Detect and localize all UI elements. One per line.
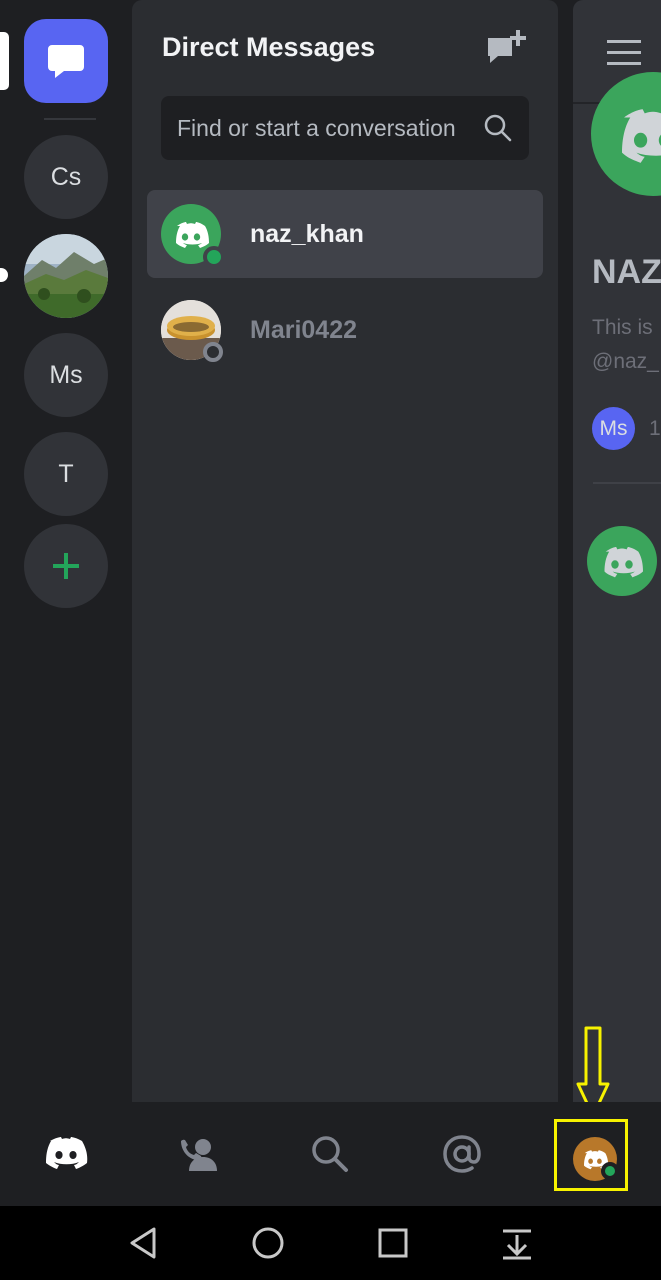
- chat-user-name: NAZ: [592, 253, 661, 291]
- search-icon: [312, 1136, 348, 1172]
- search-input[interactable]: [177, 96, 477, 160]
- rail-separator: [44, 118, 96, 120]
- tab-home[interactable]: [38, 1126, 94, 1182]
- discord-icon: [622, 109, 661, 163]
- bottom-tab-bar: [0, 1102, 661, 1206]
- message-avatar: [587, 526, 657, 596]
- direct-messages-button[interactable]: [24, 19, 108, 103]
- mutual-count: 1: [649, 417, 661, 440]
- conversation-name: naz_khan: [250, 220, 364, 248]
- profile-avatar: [591, 72, 661, 196]
- server-label: Ms: [49, 360, 83, 389]
- tab-mentions[interactable]: [434, 1126, 490, 1182]
- hamburger-menu-icon[interactable]: [607, 40, 641, 66]
- recents-square-icon[interactable]: [373, 1223, 413, 1263]
- back-icon[interactable]: [124, 1223, 164, 1263]
- discord-icon: [604, 547, 643, 578]
- selected-indicator: [0, 32, 9, 90]
- direct-messages-panel: Direct Messages naz_khan: [132, 0, 558, 1102]
- conversation-naz-khan[interactable]: naz_khan: [147, 190, 543, 278]
- landscape-image: [24, 234, 108, 318]
- unread-indicator: [0, 268, 8, 282]
- search-icon: [484, 114, 512, 142]
- tab-search[interactable]: [302, 1126, 358, 1182]
- chat-preview[interactable]: NAZ This is @naz_ Ms 1: [573, 0, 661, 1102]
- chat-intro-handle: @naz_: [592, 350, 659, 373]
- add-server-button[interactable]: [24, 524, 108, 608]
- home-circle-icon[interactable]: [248, 1223, 288, 1263]
- conversation-mari0422[interactable]: Mari0422: [147, 286, 543, 374]
- mutual-server-label: Ms: [599, 416, 628, 440]
- panel-title: Direct Messages: [162, 32, 376, 62]
- plus-icon: [53, 553, 79, 579]
- chat-divider: [593, 482, 661, 484]
- conversation-name: Mari0422: [250, 316, 358, 344]
- android-navigation-bar: [0, 1206, 661, 1280]
- server-t[interactable]: T: [24, 432, 108, 516]
- chat-bubble-icon: [48, 45, 84, 78]
- online-status-indicator: [601, 1162, 619, 1180]
- search-bar[interactable]: [161, 96, 529, 160]
- mutual-server-avatar: Ms: [592, 407, 635, 450]
- discord-icon: [46, 1137, 88, 1169]
- server-cs[interactable]: Cs: [24, 135, 108, 219]
- server-label: Cs: [50, 162, 82, 191]
- annotation-highlight-box: [554, 1119, 628, 1191]
- chat-intro-line: This is: [592, 316, 653, 339]
- offline-status-indicator: [203, 342, 223, 362]
- server-rail: Cs Ms T: [0, 0, 132, 1102]
- online-status-indicator: [203, 246, 225, 268]
- notification-shade-icon[interactable]: [497, 1223, 537, 1263]
- friends-icon: [181, 1139, 217, 1171]
- new-message-icon[interactable]: [484, 30, 528, 70]
- tab-friends[interactable]: [171, 1126, 227, 1182]
- server-ms[interactable]: Ms: [24, 333, 108, 417]
- at-icon: [443, 1135, 481, 1173]
- server-landscape[interactable]: [24, 234, 108, 318]
- server-label: T: [58, 459, 74, 488]
